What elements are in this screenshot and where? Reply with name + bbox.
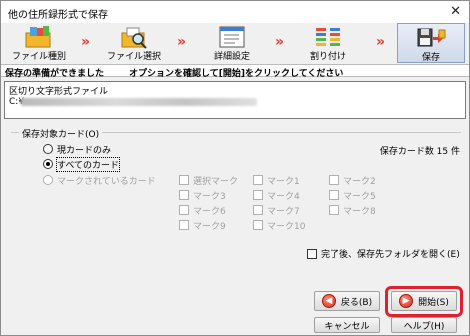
mark-checkbox: マーク6	[179, 204, 226, 217]
file-format: 区切り文字形式ファイル	[9, 87, 109, 97]
radio-label: すべてのカード	[55, 156, 121, 172]
title-bar: 他の住所録形式で保存 ✕	[1, 1, 469, 23]
wizard-steps: ファイル種別 » ファイル選択 » 詳細設定 » 割り付け » 保存	[1, 23, 469, 63]
settings-window-icon	[219, 26, 245, 48]
open-folder-option[interactable]: 完了後、保存先フォルダを開く(E)	[307, 247, 460, 260]
radio-button	[43, 175, 53, 185]
radio-button[interactable]	[43, 144, 53, 154]
save-floppy-icon	[417, 28, 446, 47]
blurred-path	[21, 98, 257, 106]
step-save: 保存	[397, 23, 465, 63]
radio-marked-cards: マークされているカード	[43, 174, 156, 187]
open-folder-checkbox[interactable]	[307, 248, 317, 259]
hint-message: オプションを確認して[開始]をクリックしてください	[129, 69, 344, 79]
radio-label: マークされているカード	[57, 176, 156, 187]
mark-checkbox: 選択マーク	[179, 174, 238, 187]
mark-checkbox: マーク1	[253, 174, 300, 187]
step-file-type: ファイル種別	[4, 23, 74, 63]
list-assign-icon	[316, 28, 340, 46]
radio-all-cards[interactable]: すべてのカード	[43, 156, 121, 172]
radio-label: 現カードのみ	[57, 145, 112, 156]
card-count: 保存カード数 15 件	[379, 147, 460, 157]
radio-current-card[interactable]: 現カードのみ	[43, 143, 112, 156]
mark-checkbox: マーク4	[253, 189, 300, 202]
step-arrow-icon: »	[275, 34, 285, 50]
ready-message: 保存の準備ができました	[5, 69, 105, 79]
step-label: 詳細設定	[213, 52, 250, 62]
step-label: ファイル選択	[106, 52, 161, 62]
file-summary-box: 区切り文字形式ファイル C:¥	[4, 81, 466, 119]
mark-checkbox: マーク10	[253, 219, 305, 232]
step-label: 割り付け	[309, 52, 346, 62]
mark-checkbox: マーク8	[329, 204, 376, 217]
help-button[interactable]: ヘルプ(H)	[391, 317, 457, 333]
mark-checkbox: マーク2	[329, 174, 376, 187]
folder-search-icon	[121, 27, 147, 49]
step-file-select: ファイル選択	[99, 23, 169, 63]
folder-files-icon	[25, 26, 51, 48]
step-assign: 割り付け	[293, 23, 363, 63]
group-legend: 保存対象カード(O)	[19, 127, 103, 140]
step-label: 保存	[421, 53, 440, 63]
step-detail-settings: 詳細設定	[197, 23, 267, 63]
mark-checkbox: マーク5	[329, 189, 376, 202]
step-arrow-icon: »	[177, 34, 187, 50]
cancel-button[interactable]: キャンセル	[314, 317, 380, 333]
mark-checkbox: マーク7	[253, 204, 300, 217]
mark-checkbox: マーク3	[179, 189, 226, 202]
back-arrow-icon: ◀	[321, 294, 336, 308]
step-arrow-icon: »	[376, 34, 386, 50]
back-button[interactable]: ◀ 戻る(B)	[314, 291, 380, 311]
window-title: 他の住所録形式で保存	[8, 10, 108, 21]
status-bar: 保存の準備ができました オプションを確認して[開始]をクリックしてください	[1, 64, 469, 79]
close-icon[interactable]: ✕	[450, 4, 461, 19]
start-highlight	[385, 286, 463, 317]
save-dialog: 他の住所録形式で保存 ✕ ファイル種別 » ファイル選択 » 詳細設定 » 割り…	[0, 0, 470, 336]
radio-button[interactable]	[43, 159, 53, 169]
step-arrow-icon: »	[81, 34, 91, 50]
open-folder-label: 完了後、保存先フォルダを開く(E)	[321, 250, 460, 260]
mark-checkbox: マーク9	[179, 219, 226, 232]
step-label: ファイル種別	[11, 52, 66, 62]
